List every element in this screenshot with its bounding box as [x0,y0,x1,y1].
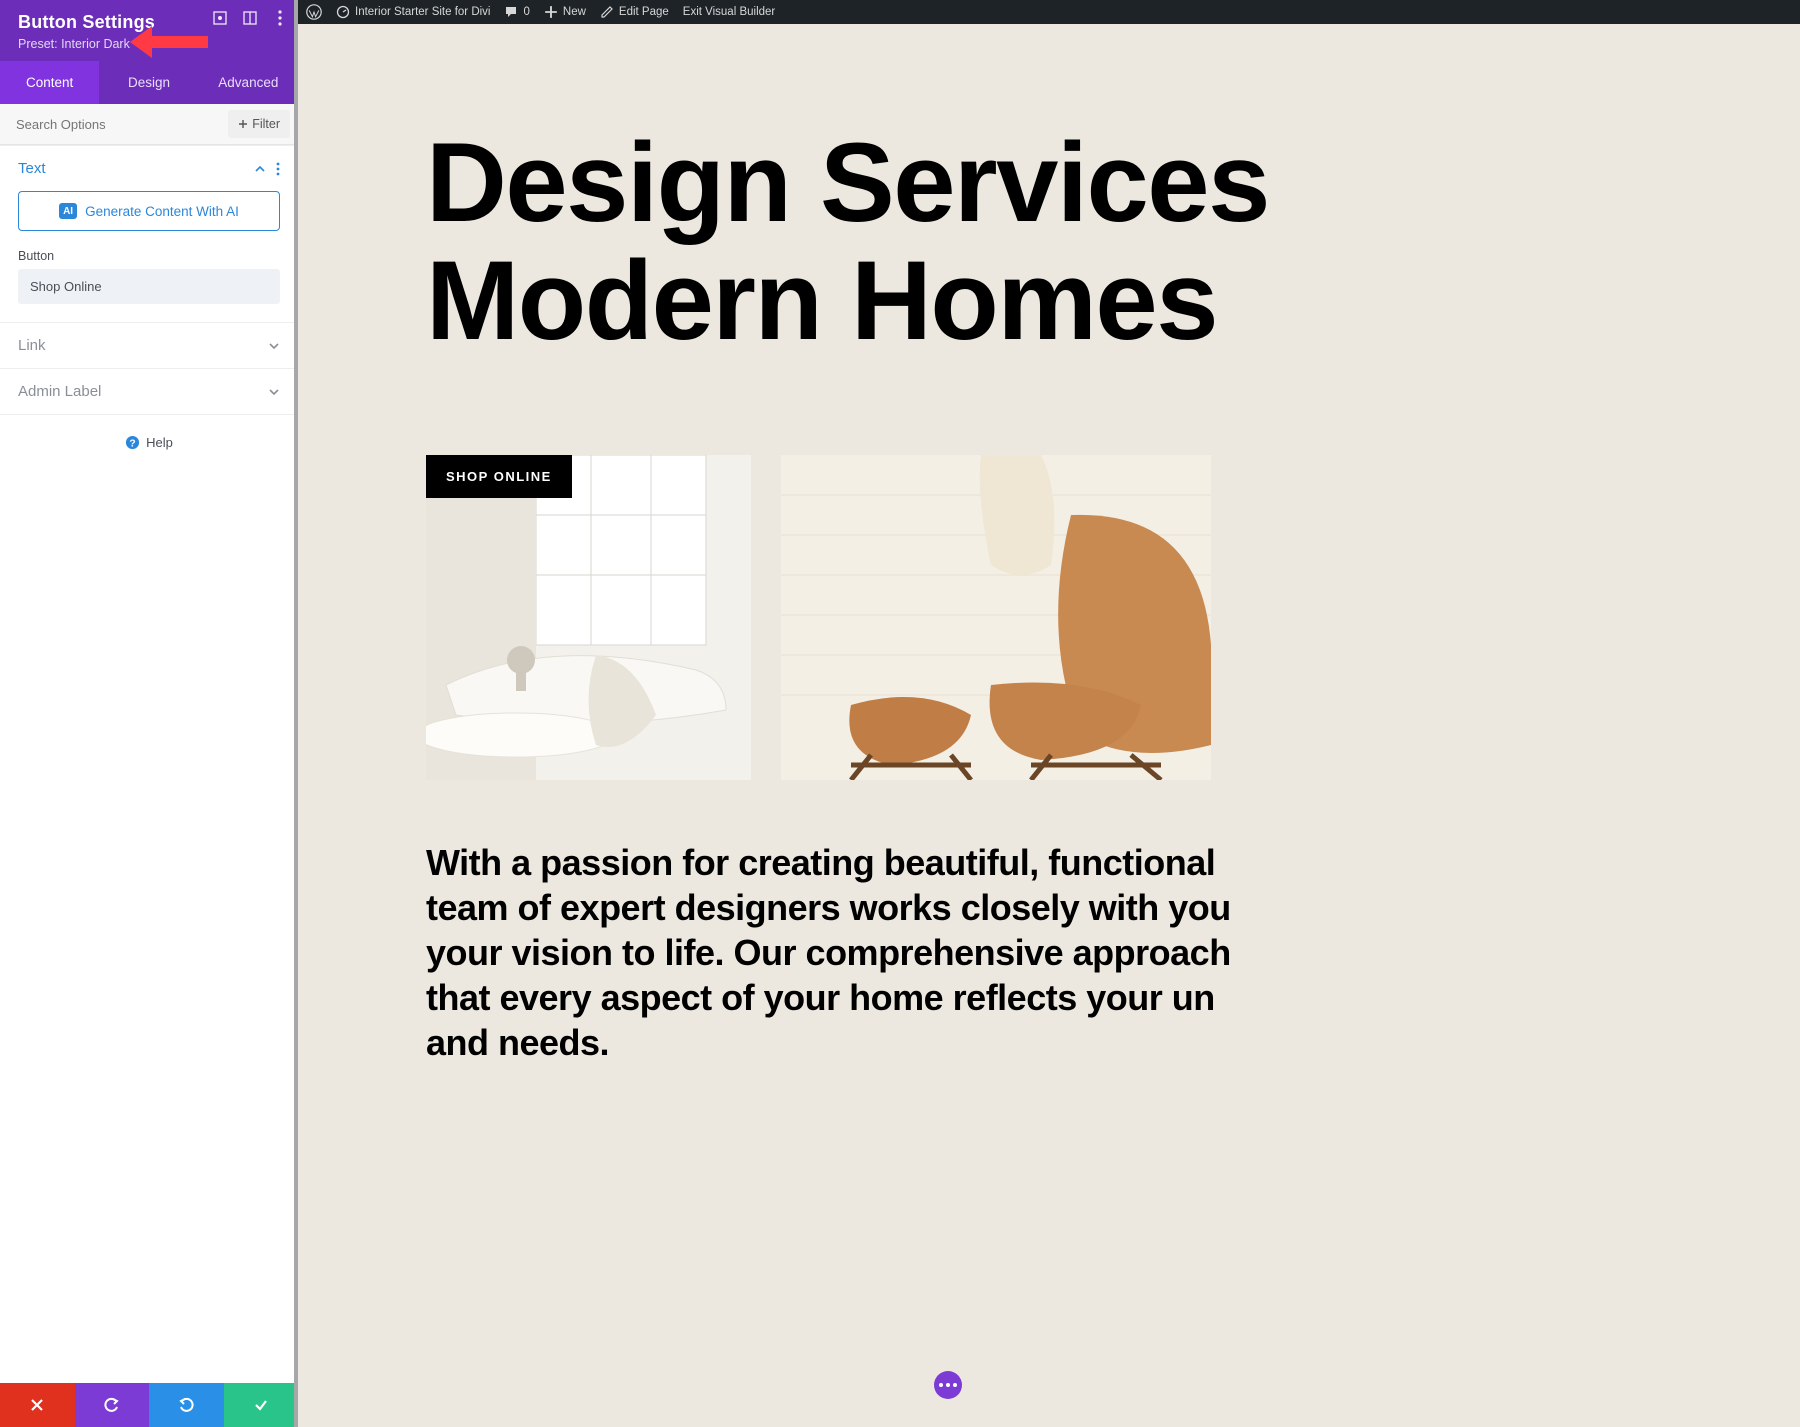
button-field-label: Button [18,249,280,263]
exit-builder-label: Exit Visual Builder [683,6,775,18]
group-admin-label-header[interactable]: Admin Label [0,369,298,414]
expand-icon[interactable] [212,10,228,26]
save-button[interactable] [224,1383,299,1427]
chevron-down-icon [134,40,142,48]
wp-admin-bar: Interior Starter Site for Divi 0 New Edi… [298,0,1800,24]
room-illustration-icon [426,455,751,780]
comments-count: 0 [523,6,529,18]
gallery-card-1: SHOP ONLINE [426,455,751,780]
more-options-icon[interactable] [272,10,288,26]
check-icon [253,1397,269,1413]
filter-label: Filter [252,117,280,131]
page-content: Design Services Modern Homes [298,24,1800,1427]
gallery-card-2 [781,455,1211,780]
new-label: New [563,6,586,18]
group-link-title: Link [18,337,46,354]
wordpress-logo-icon[interactable] [306,4,322,20]
svg-text:?: ? [129,438,135,449]
panel-layout-icon[interactable] [242,10,258,26]
body-line-5: and needs. [426,1020,1286,1065]
gauge-icon [336,5,350,19]
group-admin-label-title: Admin Label [18,383,101,400]
plus-icon [544,5,558,19]
kebab-icon[interactable] [276,162,280,176]
tab-advanced[interactable]: Advanced [199,61,298,104]
chevron-down-icon [268,386,280,398]
group-admin-label: Admin Label [0,368,298,415]
ai-badge-icon: AI [59,203,77,219]
hero-title-line2: Modern Homes [426,242,1800,360]
settings-tabs: Content Design Advanced [0,61,298,104]
more-icon [939,1383,957,1387]
preset-label: Preset: Interior Dark [18,37,130,51]
button-text-input[interactable] [18,269,280,304]
help-link[interactable]: ? Help [0,415,298,470]
undo-icon [104,1397,120,1413]
close-icon [29,1397,45,1413]
action-bar [0,1383,298,1427]
body-line-3: your vision to life. Our comprehensive a… [426,930,1286,975]
redo-icon [178,1397,194,1413]
pencil-icon [600,5,614,19]
site-title: Interior Starter Site for Divi [355,6,490,18]
redo-button[interactable] [149,1383,224,1427]
group-text-title: Text [18,160,46,177]
undo-button[interactable] [75,1383,150,1427]
exit-builder-link[interactable]: Exit Visual Builder [683,6,775,18]
group-text: Text AI Generate Content With AI Button [0,145,298,322]
body-line-1: With a passion for creating beautiful, f… [426,840,1286,885]
help-icon: ? [125,435,140,450]
chevron-down-icon [268,340,280,352]
panel-header: Button Settings Preset: Interior Dark [0,0,298,61]
shop-online-button[interactable]: SHOP ONLINE [426,455,572,498]
comment-icon [504,5,518,19]
body-line-2: team of expert designers works closely w… [426,885,1286,930]
filter-button[interactable]: Filter [228,110,290,138]
generate-ai-button[interactable]: AI Generate Content With AI [18,191,280,231]
tab-content[interactable]: Content [0,61,99,104]
cancel-button[interactable] [0,1383,75,1427]
plus-icon [238,119,248,129]
settings-sidebar: Button Settings Preset: Interior Dark [0,0,298,1427]
search-input[interactable] [0,105,220,144]
builder-fab-button[interactable] [934,1371,962,1399]
site-title-link[interactable]: Interior Starter Site for Divi [336,5,490,19]
chevron-up-icon [254,163,266,175]
group-link-header[interactable]: Link [0,323,298,368]
search-row: Filter [0,104,298,145]
tab-design[interactable]: Design [99,61,198,104]
body-paragraph: With a passion for creating beautiful, f… [426,840,1286,1065]
edit-page-link[interactable]: Edit Page [600,5,669,19]
chair-illustration-icon [781,455,1211,780]
help-label: Help [146,435,173,450]
group-link: Link [0,322,298,368]
edit-page-label: Edit Page [619,6,669,18]
preset-selector[interactable]: Preset: Interior Dark [18,37,280,51]
generate-ai-label: Generate Content With AI [85,204,239,219]
comments-link[interactable]: 0 [504,5,529,19]
preview-canvas: Interior Starter Site for Divi 0 New Edi… [298,0,1800,1427]
new-link[interactable]: New [544,5,586,19]
image-gallery: SHOP ONLINE [426,455,1800,780]
body-line-4: that every aspect of your home reflects … [426,975,1286,1020]
hero-title-line1: Design Services [426,124,1800,242]
group-text-header[interactable]: Text [0,146,298,191]
